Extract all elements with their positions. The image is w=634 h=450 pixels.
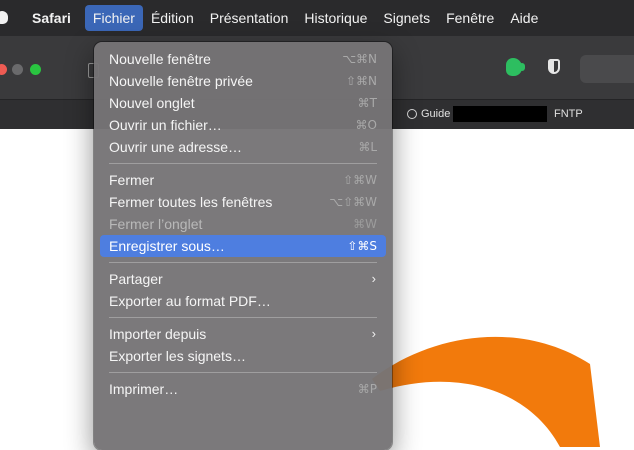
menu-item-label: Partager [109, 271, 163, 287]
menu-item-label: Enregistrer sous… [109, 238, 225, 254]
menu-item-imprimer[interactable]: Imprimer… ⌘P [100, 378, 386, 400]
menu-item-shortcut: ⌘L [358, 140, 377, 154]
zoom-window-button[interactable] [30, 64, 41, 75]
menu-item-importer-depuis[interactable]: Importer depuis › [100, 323, 386, 345]
menubar-item-fenetre[interactable]: Fenêtre [438, 0, 502, 36]
menu-item-fermer-toutes-fenetres[interactable]: Fermer toutes les fenêtres ⌥⇧⌘W [100, 191, 386, 213]
menu-bar: Safari Fichier Édition Présentation Hist… [0, 0, 634, 36]
orange-swoosh-shape [372, 336, 600, 447]
menu-item-shortcut: ⌘P [357, 382, 377, 396]
menu-item-exporter-pdf[interactable]: Exporter au format PDF… [100, 290, 386, 312]
fichier-menu: Nouvelle fenêtre ⌥⌘N Nouvelle fenêtre pr… [94, 42, 392, 450]
evernote-icon[interactable] [506, 58, 525, 76]
address-field[interactable] [580, 55, 634, 83]
menu-item-shortcut: ⌘T [357, 96, 377, 110]
menu-item-shortcut: ⇧⌘N [345, 74, 377, 88]
menubar-item-signets[interactable]: Signets [375, 0, 438, 36]
menu-item-label: Imprimer… [109, 381, 179, 397]
menu-separator [109, 262, 377, 263]
menu-item-label: Nouvelle fenêtre [109, 51, 211, 67]
menu-item-label: Ouvrir un fichier… [109, 117, 222, 133]
menubar-item-presentation[interactable]: Présentation [202, 0, 297, 36]
menu-item-enregistrer-sous[interactable]: Enregistrer sous… ⇧⌘S [100, 235, 386, 257]
minimize-window-button[interactable] [12, 64, 23, 75]
close-window-button[interactable] [0, 64, 7, 75]
menu-item-shortcut: ⌘W [353, 217, 377, 231]
menu-item-shortcut: ⌥⌘N [342, 52, 377, 66]
menu-item-shortcut: ⇧⌘S [347, 239, 377, 253]
chevron-right-icon: › [371, 271, 376, 286]
menu-item-label: Fermer [109, 172, 155, 188]
chevron-right-icon: › [371, 326, 376, 341]
menu-item-label: Importer depuis [109, 326, 207, 342]
menu-item-label: Exporter les signets… [109, 348, 246, 364]
menu-item-nouvel-onglet[interactable]: Nouvel onglet ⌘T [100, 92, 386, 114]
menu-item-label: Fermer l’onglet [109, 216, 203, 232]
shield-icon[interactable] [548, 59, 560, 74]
menu-separator [109, 372, 377, 373]
menu-item-ouvrir-fichier[interactable]: Ouvrir un fichier… ⌘O [100, 114, 386, 136]
menu-item-nouvelle-fenetre[interactable]: Nouvelle fenêtre ⌥⌘N [100, 48, 386, 70]
menu-item-shortcut: ⌘O [355, 118, 377, 132]
redacted-bookmark[interactable] [453, 106, 547, 122]
menu-item-label: Exporter au format PDF… [109, 293, 271, 309]
menubar-item-fichier[interactable]: Fichier [84, 5, 143, 31]
compass-icon [407, 109, 417, 119]
bookmark-guide[interactable]: Guide [421, 108, 450, 120]
menu-item-nouvelle-fenetre-privee[interactable]: Nouvelle fenêtre privée ⇧⌘N [100, 70, 386, 92]
menu-item-fermer-onglet[interactable]: Fermer l’onglet ⌘W [100, 213, 386, 235]
menu-item-exporter-signets[interactable]: Exporter les signets… [100, 345, 386, 367]
menu-item-ouvrir-adresse[interactable]: Ouvrir une adresse… ⌘L [100, 136, 386, 158]
bookmark-fntp[interactable]: FNTP [554, 108, 583, 120]
menubar-item-historique[interactable]: Historique [296, 0, 375, 36]
menubar-item-edition[interactable]: Édition [143, 0, 202, 36]
apple-icon[interactable] [0, 0, 14, 36]
menubar-app-name[interactable]: Safari [30, 0, 79, 36]
menu-item-label: Ouvrir une adresse… [109, 139, 243, 155]
menu-item-fermer[interactable]: Fermer ⇧⌘W [100, 169, 386, 191]
menu-item-shortcut: ⌥⇧⌘W [329, 195, 377, 209]
menubar-item-aide[interactable]: Aide [502, 0, 546, 36]
menu-separator [109, 317, 377, 318]
menu-item-label: Nouvel onglet [109, 95, 195, 111]
menu-item-label: Nouvelle fenêtre privée [109, 73, 253, 89]
menu-item-shortcut: ⇧⌘W [343, 173, 377, 187]
menu-item-label: Fermer toutes les fenêtres [109, 194, 273, 210]
menu-item-partager[interactable]: Partager › [100, 268, 386, 290]
menu-separator [109, 163, 377, 164]
